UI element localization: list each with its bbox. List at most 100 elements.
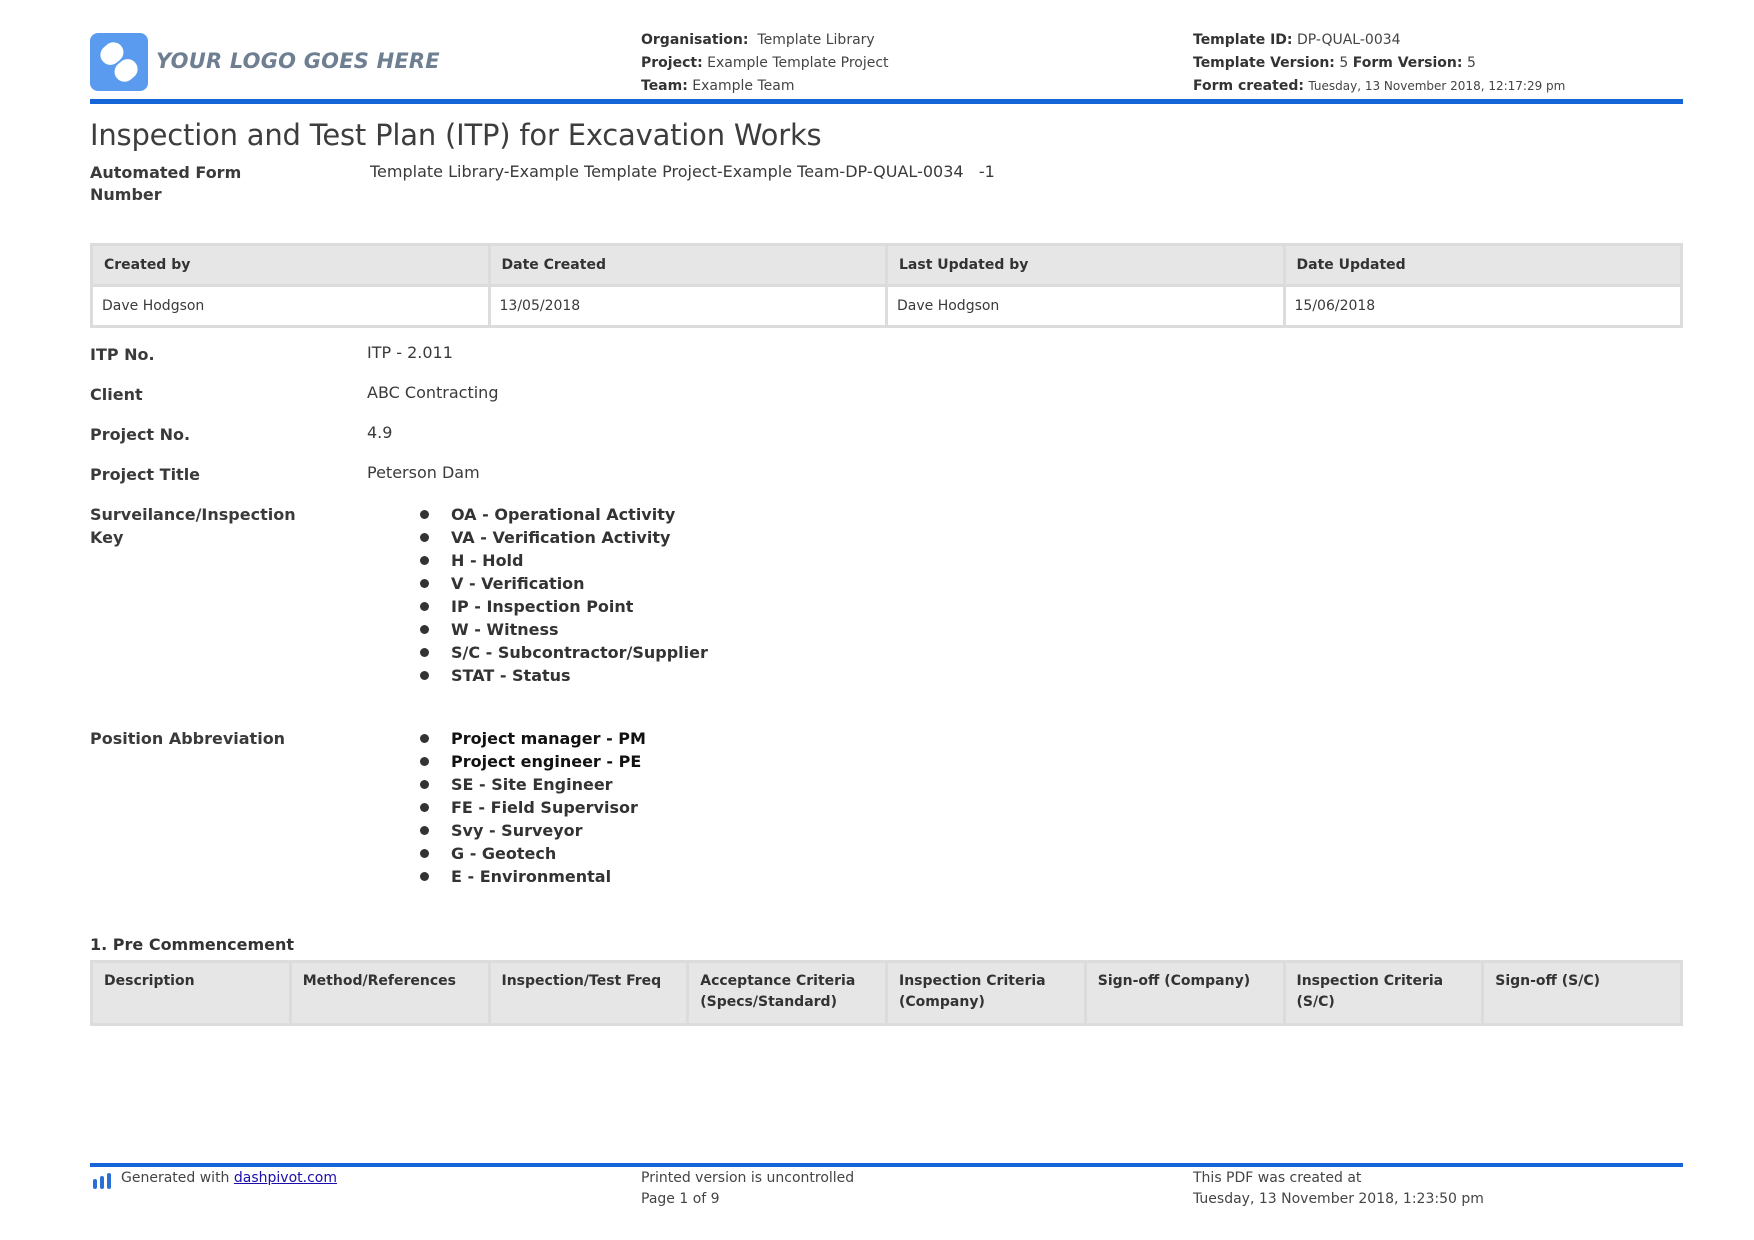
client-label: Client: [90, 385, 143, 404]
table-row: Dave Hodgson 13/05/2018 Dave Hodgson 15/…: [90, 284, 1683, 328]
list-item: Project engineer - PE: [420, 750, 646, 773]
column-header: Sign-off (S/C): [1481, 960, 1683, 1026]
list-item-text: W - Witness: [451, 620, 559, 639]
footer-print-info: Printed version is uncontrolled Page 1 o…: [641, 1168, 854, 1210]
dashpivot-link[interactable]: dashpivot.com: [234, 1170, 337, 1186]
pdf-created-value: Tuesday, 13 November 2018, 1:23:50 pm: [1193, 1191, 1484, 1207]
page-number: Page 1 of 9: [641, 1191, 720, 1207]
list-item-text: OA - Operational Activity: [451, 505, 676, 524]
inspection-key-list: OA - Operational Activity VA - Verificat…: [420, 503, 708, 687]
bullet-icon: [420, 849, 429, 858]
section-title: 1. Pre Commencement: [90, 935, 295, 954]
column-header: Inspection Criteria (Company): [885, 960, 1087, 1026]
itp-no-value: ITP - 2.011: [367, 343, 453, 362]
organisation-label: Organisation:: [641, 32, 749, 48]
bullet-icon: [420, 757, 429, 766]
list-item: SE - Site Engineer: [420, 773, 646, 796]
uncontrolled-text: Printed version is uncontrolled: [641, 1170, 855, 1186]
column-header: Inspection Criteria (S/C): [1282, 960, 1485, 1026]
list-item: IP - Inspection Point: [420, 595, 708, 618]
template-version-value: 5: [1339, 55, 1349, 71]
project-value: Example Template Project: [707, 55, 889, 71]
generated-with-text: Generated with: [121, 1170, 230, 1186]
list-item: H - Hold: [420, 549, 708, 572]
pdf-created-label: This PDF was created at: [1193, 1170, 1362, 1186]
table-header-row: Description Method/References Inspection…: [90, 960, 1683, 1026]
list-item: VA - Verification Activity: [420, 526, 708, 549]
list-item-text: SE - Site Engineer: [451, 775, 613, 794]
bullet-icon: [420, 872, 429, 881]
itp-no-label: ITP No.: [90, 345, 155, 364]
header-divider: [90, 99, 1683, 104]
automated-form-number-label: Automated Form Number: [90, 163, 242, 204]
form-created-value: Tuesday, 13 November 2018, 12:17:29 pm: [1308, 79, 1566, 93]
logo-icon: [90, 33, 148, 91]
list-item-text: Svy - Surveyor: [451, 821, 583, 840]
automated-form-number-value: Template Library-Example Template Projec…: [370, 162, 995, 181]
list-item-text: FE - Field Supervisor: [451, 798, 638, 817]
logo-text: YOUR LOGO GOES HERE: [156, 49, 440, 73]
project-label: Project:: [641, 55, 703, 71]
project-title-label: Project Title: [90, 465, 201, 484]
list-item: W - Witness: [420, 618, 708, 641]
list-item-text: E - Environmental: [451, 867, 612, 886]
project-title-value: Peterson Dam: [367, 463, 480, 482]
client-value: ABC Contracting: [367, 383, 499, 402]
header-org-info: Organisation: Template Library Project: …: [641, 29, 889, 98]
bullet-icon: [420, 533, 429, 542]
list-item: V - Verification: [420, 572, 708, 595]
list-item-text: H - Hold: [451, 551, 524, 570]
template-version-label: Template Version:: [1193, 55, 1335, 71]
list-item: OA - Operational Activity: [420, 503, 708, 526]
header-template-info: Template ID: DP-QUAL-0034 Template Versi…: [1193, 29, 1565, 98]
template-id-value: DP-QUAL-0034: [1296, 32, 1401, 48]
bullet-icon: [420, 602, 429, 611]
list-item: E - Environmental: [420, 865, 646, 888]
date-updated-cell: 15/06/2018: [1282, 284, 1683, 328]
page-title: Inspection and Test Plan (ITP) for Excav…: [90, 118, 822, 152]
list-item: G - Geotech: [420, 842, 646, 865]
template-id-label: Template ID:: [1193, 32, 1293, 48]
organisation-value: Template Library: [757, 32, 875, 48]
project-no-label: Project No.: [90, 425, 191, 444]
bullet-icon: [420, 556, 429, 565]
form-created-label: Form created:: [1193, 78, 1304, 94]
team-label: Team:: [641, 78, 688, 94]
list-item-text: Project engineer - PE: [451, 752, 642, 771]
last-updated-by-cell: Dave Hodgson: [885, 284, 1286, 328]
list-item-text: VA - Verification Activity: [451, 528, 671, 547]
bullet-icon: [420, 625, 429, 634]
bullet-icon: [420, 803, 429, 812]
bullet-icon: [420, 780, 429, 789]
list-item: Project manager - PM: [420, 727, 646, 750]
pre-commencement-table: Description Method/References Inspection…: [90, 960, 1683, 1026]
project-no-value: 4.9: [367, 423, 393, 442]
inspection-key-label: Surveilance/Inspection Key: [90, 505, 296, 547]
list-item: S/C - Subcontractor/Supplier: [420, 641, 708, 664]
column-header: Method/References: [288, 960, 491, 1026]
list-item: Svy - Surveyor: [420, 819, 646, 842]
bullet-icon: [420, 671, 429, 680]
list-item: STAT - Status: [420, 664, 708, 687]
position-abbreviation-label: Position Abbreviation: [90, 729, 286, 748]
bullet-icon: [420, 510, 429, 519]
column-header: Date Updated: [1282, 243, 1683, 287]
form-version-label: Form Version:: [1352, 55, 1463, 71]
column-header: Inspection/Test Freq: [487, 960, 690, 1026]
column-header: Description: [90, 960, 292, 1026]
bullet-icon: [420, 826, 429, 835]
list-item-text: STAT - Status: [451, 666, 571, 685]
footer-pdf-created: This PDF was created at Tuesday, 13 Nove…: [1193, 1168, 1484, 1210]
list-item-text: G - Geotech: [451, 844, 557, 863]
column-header: Created by: [90, 243, 491, 287]
column-header: Last Updated by: [885, 243, 1286, 287]
form-version-value: 5: [1466, 55, 1476, 71]
list-item-text: S/C - Subcontractor/Supplier: [451, 643, 708, 662]
created-by-cell: Dave Hodgson: [90, 284, 491, 328]
footer-generated: Generated with dashpivot.com: [121, 1168, 337, 1189]
bullet-icon: [420, 734, 429, 743]
column-header: Acceptance Criteria (Specs/Standard): [686, 960, 888, 1026]
position-abbreviation-list: Project manager - PM Project engineer - …: [420, 727, 646, 888]
team-value: Example Team: [692, 78, 795, 94]
dashpivot-bars-icon: [92, 1172, 114, 1189]
